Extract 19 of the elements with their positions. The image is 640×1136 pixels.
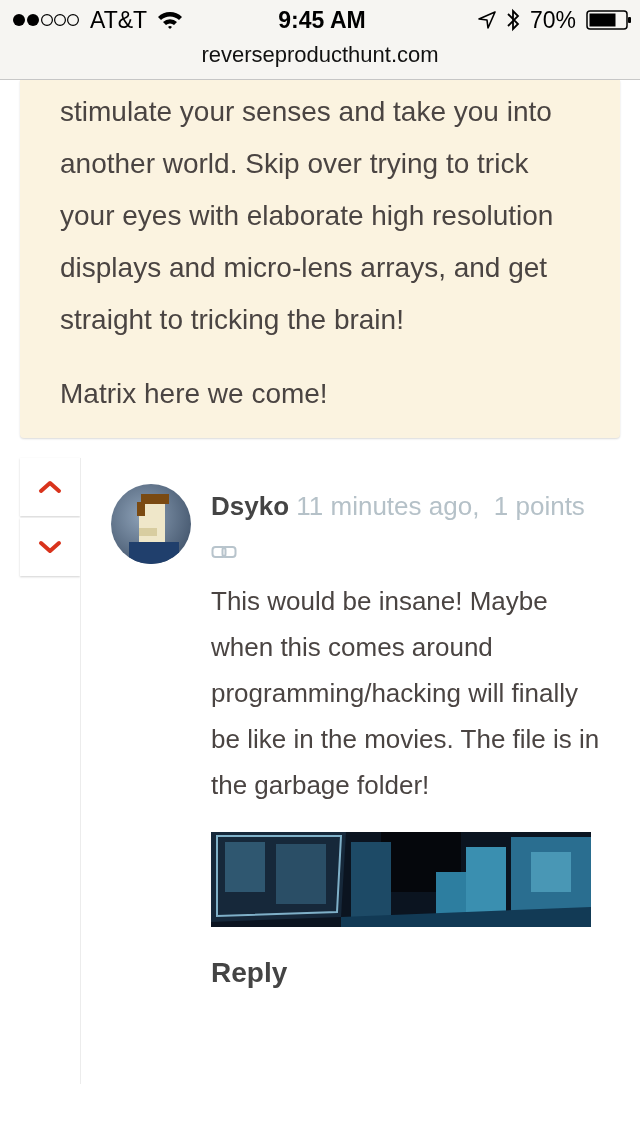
wifi-icon [157,10,184,30]
chevron-up-icon [38,480,62,494]
signal-icon [12,13,80,27]
bluetooth-icon [505,8,520,32]
reply-button[interactable]: Reply [211,957,288,989]
author-name[interactable]: Dsyko [211,491,290,521]
battery-icon [586,10,632,30]
post-paragraph: Matrix here we come! [60,377,329,411]
comment-text: This would be insane! Maybe when this comes around programming/hacking will finally be like in the movies. The file is in the garbage folder! [211,585,600,802]
clock-time: 9:45 AM [278,6,366,34]
downvote-button[interactable] [20,518,80,576]
location-arrow-icon [477,11,496,29]
comment-meta: 11 minutes ago, 1 points [296,491,585,521]
battery-percent: 70% [529,6,576,34]
chevron-down-icon [38,540,62,554]
carrier-name: AT&T [90,6,148,34]
page-address[interactable]: reverseproducthunt.com [201,40,439,70]
post-paragraph: stimulate your senses and take you into another world. Skip over trying to trick your eyes with elaborate high resolution displays and micro-lens arrays, and get straight to tricking the brain! [60,95,555,337]
upvote-button[interactable] [20,458,80,516]
